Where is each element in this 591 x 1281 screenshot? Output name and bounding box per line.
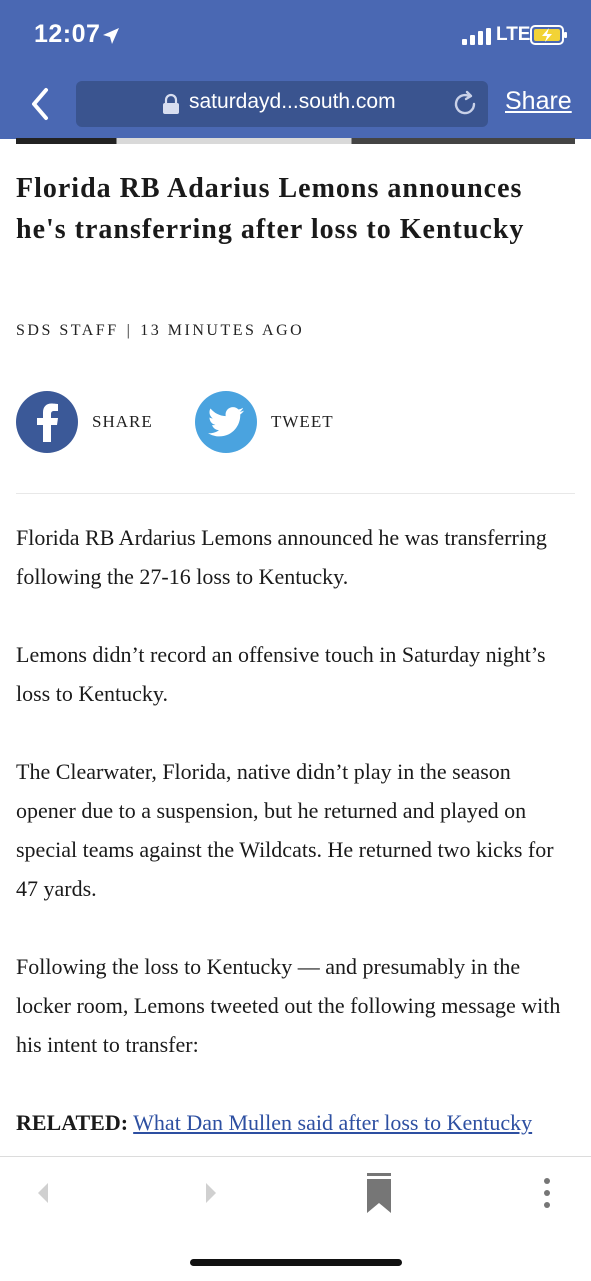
reload-icon[interactable] [450,89,480,119]
publish-time: 13 MINUTES AGO [140,322,305,339]
twitter-bird-icon [195,391,257,453]
facebook-share-button[interactable]: SHARE [16,390,153,454]
tweet-label: TWEET [271,412,334,431]
related-label: RELATED: [16,1110,129,1135]
share-button[interactable]: Share [505,87,572,116]
related-article: RELATED: What Dan Mullen said after loss… [16,1103,576,1153]
hero-image-edge [16,138,575,144]
article-paragraph: Following the loss to Kentucky — and pre… [16,954,561,1057]
battery-charging-icon [530,25,567,45]
twitter-tweet-button[interactable]: TWEET [195,390,334,454]
byline-separator: | [126,322,133,339]
address-row: saturdayd...south.com Share [0,78,591,132]
author[interactable]: SDS STAFF [16,322,119,339]
back-chevron-icon[interactable] [26,86,56,122]
facebook-icon [16,391,78,453]
forward-arrow-icon[interactable] [202,1181,220,1205]
article-title: Florida RB Adarius Lemons announces he's… [16,173,525,245]
byline: SDS STAFF | 13 MINUTES AGO [16,322,304,340]
bookmark-icon[interactable] [365,1173,393,1213]
url-bar[interactable]: saturdayd...south.com [76,81,488,127]
related-link[interactable]: What Dan Mullen said after loss to Kentu… [133,1110,532,1135]
share-label: SHARE [92,412,153,431]
browser-header: 12:07 LTE saturdayd...south.com Share [0,0,591,139]
home-indicator [190,1259,402,1266]
divider [16,493,575,494]
article-paragraph: Florida RB Ardarius Lemons announced he … [16,525,547,589]
bottom-toolbar [0,1156,591,1281]
status-bar: 12:07 LTE [0,0,591,70]
article-paragraph: Lemons didn’t record an offensive touch … [16,642,546,706]
more-options-icon[interactable] [540,1177,554,1209]
url-text: saturdayd...south.com [189,90,396,113]
location-arrow-icon [103,28,119,44]
status-time: 12:07 [34,20,101,48]
signal-strength-icon [462,28,491,45]
lock-icon [163,93,179,114]
article-paragraph: The Clearwater, Florida, native didn’t p… [16,759,554,901]
network-type: LTE [496,24,531,45]
back-arrow-icon[interactable] [34,1181,52,1205]
